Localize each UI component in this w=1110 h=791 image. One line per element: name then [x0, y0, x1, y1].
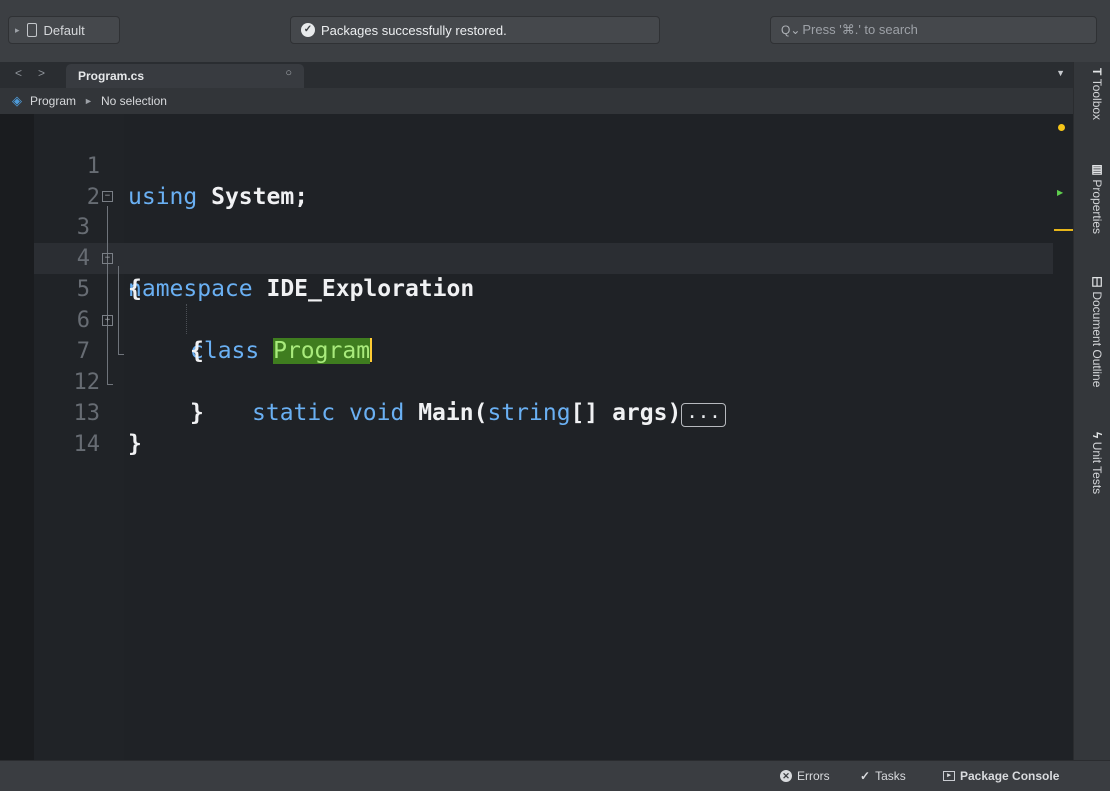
- chevron-right-icon: ▸: [15, 24, 20, 35]
- search-placeholder: Press '⌘.' to search: [802, 22, 918, 37]
- search-field[interactable]: Q⌄ Press '⌘.' to search: [770, 16, 1097, 44]
- back-arrow-icon[interactable]: <: [15, 66, 22, 80]
- pad-properties[interactable]: ▤ Properties: [1082, 162, 1104, 234]
- unit-tests-icon: ϟ: [1090, 432, 1104, 439]
- line-number: 14: [73, 432, 101, 457]
- errors-button[interactable]: ✕ Errors: [780, 769, 830, 783]
- breadcrumb: ◈ Program ► No selection: [0, 88, 1073, 114]
- code-line: 13 }: [0, 367, 1053, 457]
- status-panel: ✓ Packages successfully restored.: [290, 16, 660, 44]
- tab-bar: < > Program.cs ○ ▼: [0, 62, 1073, 88]
- pad-label: Document Outline: [1090, 291, 1104, 388]
- console-icon: ▸: [943, 771, 955, 781]
- fold-collapse-icon[interactable]: −: [102, 253, 113, 264]
- document-outline-icon: ◫: [1090, 274, 1104, 288]
- close-tab-icon[interactable]: ○: [285, 67, 292, 79]
- code-editor[interactable]: 1 using System; 2 3 − namespace IDE_Expl…: [0, 114, 1073, 760]
- error-icon: ✕: [780, 770, 792, 782]
- tab-label: Program.cs: [78, 69, 145, 83]
- tab-dropdown-icon[interactable]: ▼: [1056, 68, 1065, 78]
- pad-label: Toolbox: [1090, 78, 1104, 121]
- check-icon: ✓: [301, 23, 315, 37]
- forward-arrow-icon[interactable]: >: [38, 66, 45, 80]
- package-console-button[interactable]: ▸ Package Console: [943, 769, 1059, 783]
- breadcrumb-selection[interactable]: No selection: [101, 94, 167, 108]
- tasks-label: Tasks: [875, 769, 906, 783]
- breadcrumb-item[interactable]: Program: [30, 94, 76, 108]
- code-line: 12 }: [0, 336, 1053, 426]
- code-line: 5 − class Program: [0, 243, 1053, 364]
- status-bar: ✕ Errors ✓ Tasks ▸ Package Console: [0, 760, 1110, 791]
- pad-label: Properties: [1090, 179, 1104, 235]
- class-icon: ◈: [12, 93, 22, 108]
- configuration-label: Default: [43, 22, 85, 38]
- main-toolbar: ▸ Default ✓ Packages successfully restor…: [0, 0, 1110, 63]
- side-pads: T Toolbox ▤ Properties ◫ Document Outlin…: [1073, 62, 1110, 762]
- search-icon: Q⌄: [781, 23, 801, 37]
- code-line: 14: [0, 398, 1053, 457]
- caret-position-marker: [1054, 229, 1073, 231]
- code-line: 1 using System;: [0, 120, 1053, 210]
- fold-expand-icon[interactable]: +: [102, 315, 113, 326]
- code-line: 6 {: [0, 274, 1053, 364]
- tab-program-cs[interactable]: Program.cs ○: [66, 64, 304, 88]
- configuration-selector[interactable]: ▸ Default: [8, 16, 120, 44]
- pad-label: Unit Tests: [1090, 441, 1104, 495]
- device-icon: [26, 23, 37, 37]
- ok-marker-icon: ▶: [1057, 188, 1064, 197]
- status-text: Packages successfully restored.: [321, 22, 507, 38]
- errors-label: Errors: [797, 769, 830, 783]
- code-line: 2: [0, 151, 1053, 210]
- checkmark-icon: ✓: [860, 769, 871, 783]
- tasks-button[interactable]: ✓ Tasks: [860, 769, 906, 783]
- properties-icon: ▤: [1090, 162, 1104, 176]
- toolbox-icon: T: [1090, 68, 1104, 76]
- code-line: 4 {: [0, 212, 1053, 302]
- breadcrumb-separator-icon: ►: [84, 96, 93, 106]
- brace-token: }: [128, 431, 142, 457]
- pad-document-outline[interactable]: ◫ Document Outline: [1082, 274, 1104, 387]
- package-console-label: Package Console: [960, 769, 1060, 783]
- fold-collapse-icon[interactable]: −: [102, 191, 113, 202]
- pad-toolbox[interactable]: T Toolbox: [1082, 68, 1104, 120]
- warning-marker-icon[interactable]: [1058, 124, 1065, 131]
- code-line: 3 − namespace IDE_Exploration: [0, 181, 1053, 302]
- pad-unit-tests[interactable]: ϟ Unit Tests: [1082, 432, 1104, 494]
- code-line: 7 + static void Main(string[] args)...: [0, 305, 1053, 427]
